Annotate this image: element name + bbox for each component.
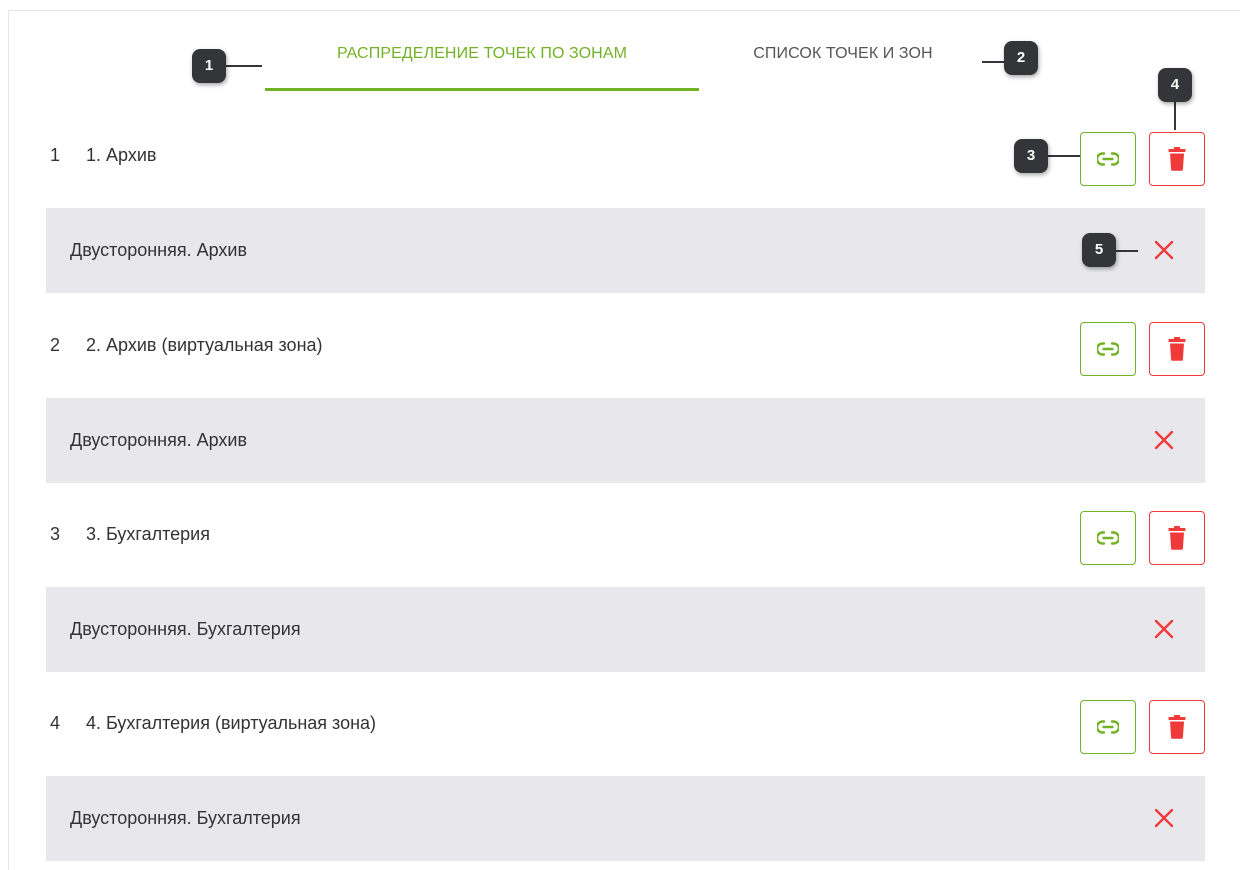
zone-name: 4. Бухгалтерия (виртуальная зона) bbox=[86, 713, 377, 733]
callout-leader-2 bbox=[982, 61, 1004, 63]
point-row: Двусторонняя. Архив bbox=[46, 398, 1205, 483]
zone-index: 3 bbox=[50, 524, 61, 544]
point-row: Двусторонняя. Бухгалтерия bbox=[46, 776, 1205, 861]
callout-badge-1: 1 bbox=[192, 49, 226, 83]
zone-row: 4 4. Бухгалтерия (виртуальная зона) bbox=[46, 681, 1205, 766]
callout-badge-2: 2 bbox=[1004, 41, 1038, 75]
point-name: Двусторонняя. Архив bbox=[70, 240, 248, 260]
delete-zone-button[interactable] bbox=[1149, 700, 1205, 754]
delete-zone-button[interactable] bbox=[1149, 322, 1205, 376]
callout-leader-3 bbox=[1048, 155, 1080, 157]
link-icon bbox=[1097, 152, 1119, 166]
zone-name: 3. Бухгалтерия bbox=[86, 524, 210, 544]
remove-point-button[interactable] bbox=[1143, 797, 1185, 839]
link-point-button[interactable] bbox=[1080, 322, 1136, 376]
close-icon bbox=[1154, 808, 1174, 828]
trash-icon bbox=[1168, 147, 1186, 171]
callout-badge-4: 4 bbox=[1158, 68, 1192, 102]
zone-row: 2 2. Архив (виртуальная зона) bbox=[46, 303, 1205, 388]
link-point-button[interactable] bbox=[1080, 132, 1136, 186]
point-name: Двусторонняя. Архив bbox=[70, 430, 248, 450]
callout-leader-1 bbox=[226, 65, 262, 67]
zone-index: 2 bbox=[50, 335, 61, 355]
zone-name: 1. Архив bbox=[86, 145, 157, 165]
zone-row: 3 3. Бухгалтерия bbox=[46, 492, 1205, 577]
trash-icon bbox=[1168, 715, 1186, 739]
trash-icon bbox=[1168, 337, 1186, 361]
close-icon bbox=[1154, 430, 1174, 450]
link-icon bbox=[1097, 531, 1119, 545]
zone-index: 1 bbox=[50, 145, 61, 165]
tab-bar: РАСПРЕДЕЛЕНИЕ ТОЧЕК ПО ЗОНАМ СПИСОК ТОЧЕ… bbox=[0, 30, 1240, 92]
link-icon bbox=[1097, 342, 1119, 356]
tab-points-and-zones-list[interactable]: СПИСОК ТОЧЕК И ЗОН bbox=[712, 30, 974, 90]
point-name: Двусторонняя. Бухгалтерия bbox=[70, 808, 301, 828]
link-point-button[interactable] bbox=[1080, 700, 1136, 754]
close-icon bbox=[1154, 240, 1174, 260]
delete-zone-button[interactable] bbox=[1149, 132, 1205, 186]
remove-point-button[interactable] bbox=[1143, 608, 1185, 650]
callout-badge-3: 3 bbox=[1014, 139, 1048, 173]
tab-points-distribution[interactable]: РАСПРЕДЕЛЕНИЕ ТОЧЕК ПО ЗОНАМ bbox=[265, 30, 699, 91]
callout-leader-4 bbox=[1174, 102, 1176, 130]
zone-name: 2. Архив (виртуальная зона) bbox=[86, 335, 323, 355]
point-row: Двусторонняя. Архив bbox=[46, 208, 1205, 293]
point-name: Двусторонняя. Бухгалтерия bbox=[70, 619, 301, 639]
delete-zone-button[interactable] bbox=[1149, 511, 1205, 565]
trash-icon bbox=[1168, 526, 1186, 550]
point-row: Двусторонняя. Бухгалтерия bbox=[46, 587, 1205, 672]
callout-leader-5 bbox=[1116, 250, 1138, 252]
link-point-button[interactable] bbox=[1080, 511, 1136, 565]
close-icon bbox=[1154, 619, 1174, 639]
remove-point-button[interactable] bbox=[1143, 229, 1185, 271]
callout-badge-5: 5 bbox=[1082, 233, 1116, 267]
zone-index: 4 bbox=[50, 713, 61, 733]
link-icon bbox=[1097, 720, 1119, 734]
remove-point-button[interactable] bbox=[1143, 419, 1185, 461]
